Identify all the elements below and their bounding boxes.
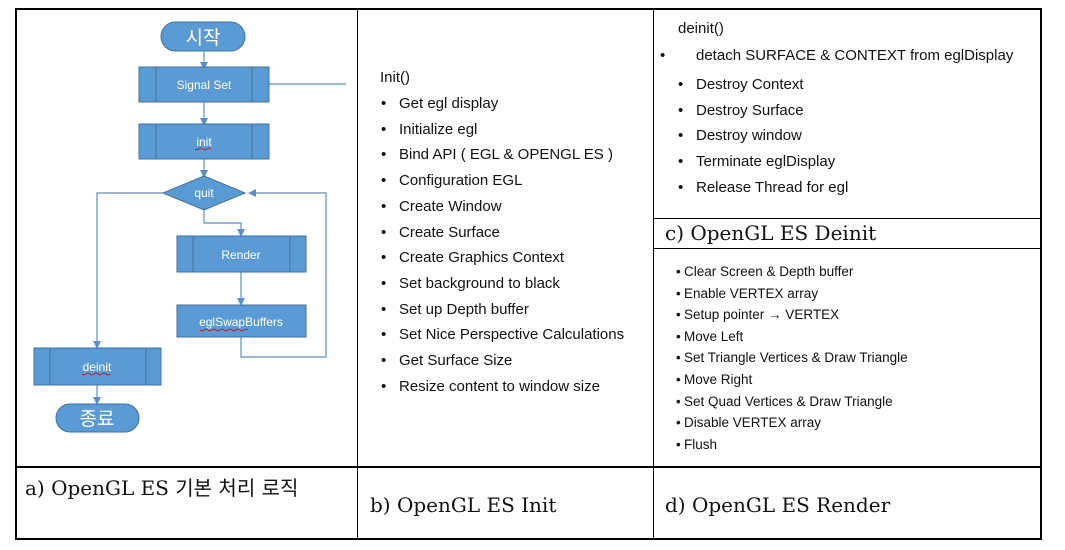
render-label: Render [221,248,260,262]
init-step: Set Nice Perspective Calculations [381,322,624,348]
render-step: Move Right [676,369,908,391]
connector-quit-render [203,210,245,237]
init-step: Create Surface [381,220,624,246]
init-steps-list: Get egl display Initialize egl Bind API … [381,91,624,399]
swap-buffers-label: eglSwapBuffers [199,315,283,329]
flowchart: 시작 Signal Set init quit Render eglSwapBu… [33,21,346,433]
connector-quit-deinit [93,192,163,349]
end-label: 종료 [80,409,115,430]
deinit-label: deinit [83,360,112,374]
deinit-process: deinit [33,347,162,386]
signal-set-label: Signal Set [177,78,232,92]
init-label: init [196,135,212,149]
signal-set-process: Signal Set [138,66,270,103]
deinit-step: Destroy Surface [678,98,1018,124]
caption-c: c) OpenGL ES Deinit [665,221,877,245]
init-step: Initialize egl [381,117,624,143]
init-step: Get egl display [381,91,624,117]
init-step: Set background to black [381,271,624,297]
caption-d: d) OpenGL ES Render [665,493,891,517]
init-step: Create Window [381,194,624,220]
init-step: Get Surface Size [381,348,624,374]
deinit-steps-list: detach SURFACE & CONTEXT from eglDisplay… [678,44,1018,201]
quit-decision: quit [161,175,247,211]
deinit-step: detach SURFACE & CONTEXT from eglDisplay [678,48,1018,64]
render-step: Move Left [676,326,908,348]
swap-buffers-process: eglSwapBuffers [176,304,307,338]
render-process: Render [176,235,307,273]
caption-b: b) OpenGL ES Init [370,493,557,517]
init-step: Create Graphics Context [381,245,624,271]
render-steps-list: Clear Screen & Depth buffer Enable VERTE… [676,261,908,455]
start-label: 시작 [186,27,221,49]
init-step: Resize content to window size [381,374,624,400]
deinit-heading: deinit() [678,20,724,37]
render-step: Disable VERTEX array [676,412,908,434]
quit-label: quit [194,186,214,200]
init-step: Bind API ( EGL & OPENGL ES ) [381,142,624,168]
init-heading: Init() [380,69,410,86]
caption-a: a) OpenGL ES 기본 처리 로직 [25,476,299,500]
start-terminal: 시작 [160,21,246,52]
render-step: Setup pointer → VERTEX [676,304,908,326]
init-process: init [138,123,270,160]
caption-row-divider [15,466,1042,468]
render-step: Set Quad Vertices & Draw Triangle [676,391,908,413]
deinit-step: Release Thread for egl [678,175,1018,201]
init-step: Set up Depth buffer [381,297,624,323]
render-step: Clear Screen & Depth buffer [676,261,908,283]
end-terminal: 종료 [55,403,140,433]
init-step: Configuration EGL [381,168,624,194]
deinit-step: Terminate eglDisplay [678,149,1018,175]
deinit-step: Destroy Context [678,72,1018,98]
render-step: Set Triangle Vertices & Draw Triangle [676,347,908,369]
render-step: Enable VERTEX array [676,283,908,305]
render-step: Flush [676,434,908,456]
deinit-step: Destroy window [678,123,1018,149]
column-divider-2 [653,8,654,540]
